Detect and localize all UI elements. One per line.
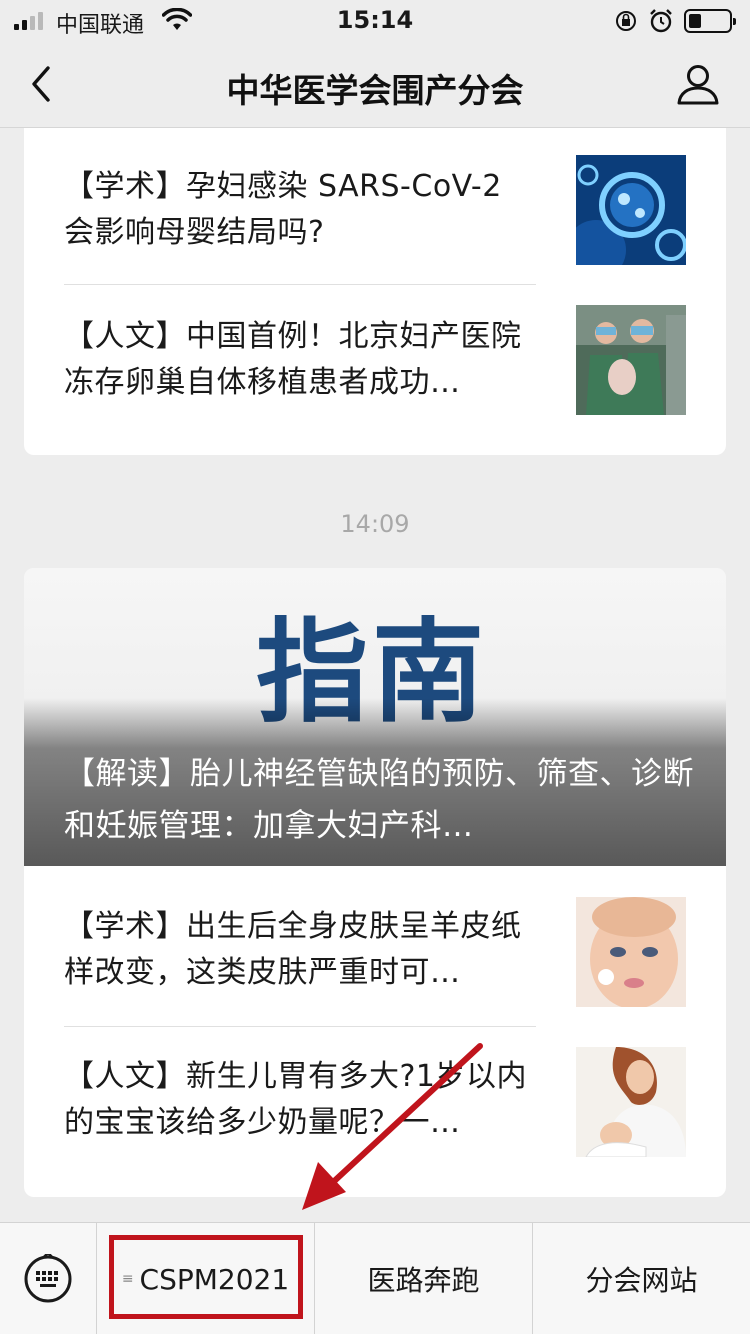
menu-tab-branch-website[interactable]: 分会网站 bbox=[533, 1223, 750, 1334]
article-item[interactable]: 【人文】新生儿胃有多大?1岁以内的宝宝该给多少奶量呢？一… bbox=[24, 1018, 726, 1168]
status-bar: 中国联通 15:14 bbox=[0, 0, 750, 40]
article-title: 【学术】出生后全身皮肤呈羊皮纸样改变，这类皮肤严重时可… bbox=[64, 909, 522, 990]
article-item[interactable]: 【学术】孕妇感染 SARS-CoV-2 会影响母婴结局吗? bbox=[24, 128, 726, 278]
navigation-bar: 中华医学会围产分会 bbox=[0, 40, 750, 128]
hero-article[interactable]: 指南 【解读】胎儿神经管缺陷的预防、筛查、诊断和妊娠管理：加拿大妇产科… bbox=[24, 568, 726, 866]
hero-title: 【解读】胎儿神经管缺陷的预防、筛查、诊断和妊娠管理：加拿大妇产科… bbox=[64, 756, 694, 844]
baby-skin-thumbnail bbox=[576, 897, 686, 1007]
article-item[interactable]: 【人文】中国首例！北京妇产医院冻存卵巢自体移植患者成功… bbox=[24, 278, 726, 428]
menu-tab-label: 分会网站 bbox=[585, 1264, 698, 1297]
page-title: 中华医学会围产分会 bbox=[226, 71, 524, 110]
annotation-highlight-box bbox=[109, 1235, 303, 1319]
article-card: 【学术】孕妇感染 SARS-CoV-2 会影响母婴结局吗? 【人文】中国首例！北… bbox=[24, 128, 726, 455]
article-title: 【人文】中国首例！北京妇产医院冻存卵巢自体移植患者成功… bbox=[64, 319, 522, 400]
article-title: 【学术】孕妇感染 SARS-CoV-2 会影响母婴结局吗? bbox=[64, 169, 502, 250]
keyboard-icon bbox=[24, 1254, 72, 1303]
menu-tab-label: 医路奔跑 bbox=[367, 1264, 480, 1297]
menu-tab-medical-run[interactable]: 医路奔跑 bbox=[315, 1223, 533, 1334]
article-title: 【人文】新生儿胃有多大?1岁以内的宝宝该给多少奶量呢？一… bbox=[64, 1059, 528, 1140]
timestamp-divider: 14:09 bbox=[340, 510, 410, 538]
rotation-lock-icon bbox=[616, 11, 636, 31]
alarm-icon bbox=[650, 9, 672, 33]
battery-icon bbox=[684, 9, 736, 33]
article-item[interactable]: 【学术】出生后全身皮肤呈羊皮纸样改变，这类皮肤严重时可… bbox=[24, 868, 726, 1018]
doctors-baby-thumbnail bbox=[576, 305, 686, 415]
virus-thumbnail bbox=[576, 155, 686, 265]
article-card: 指南 【解读】胎儿神经管缺陷的预防、筛查、诊断和妊娠管理：加拿大妇产科… 【学术… bbox=[24, 568, 726, 1197]
keyboard-toggle-button[interactable] bbox=[0, 1223, 97, 1334]
mother-feeding-thumbnail bbox=[576, 1047, 686, 1157]
profile-button[interactable] bbox=[676, 62, 720, 106]
